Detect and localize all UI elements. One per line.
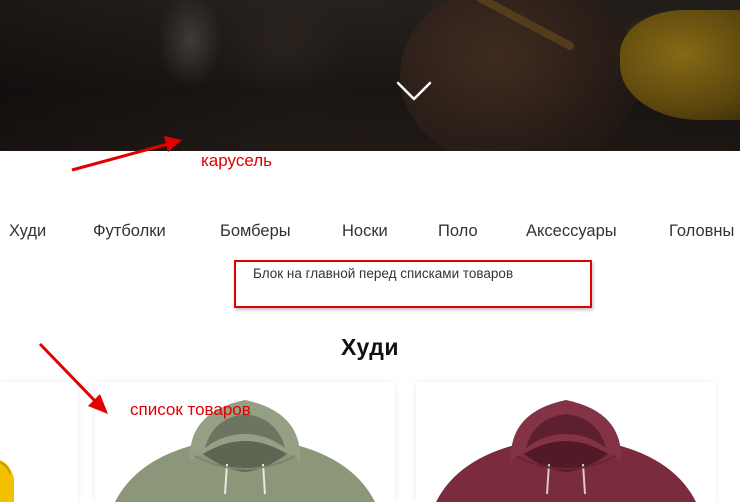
hero-carousel[interactable] bbox=[0, 0, 740, 151]
product-card[interactable] bbox=[416, 382, 716, 502]
category-item-accessories[interactable]: Аксессуары bbox=[526, 220, 617, 242]
category-item-hoodies[interactable]: Худи bbox=[9, 220, 46, 242]
annotation-products-label: список товаров bbox=[130, 400, 251, 419]
category-item-headwear[interactable]: Головны bbox=[669, 220, 734, 242]
chevron-down-icon[interactable] bbox=[396, 80, 432, 102]
category-item-polo[interactable]: Поло bbox=[438, 220, 478, 242]
category-item-bombers[interactable]: Бомберы bbox=[220, 220, 291, 242]
product-card[interactable] bbox=[0, 382, 78, 502]
category-item-socks[interactable]: Носки bbox=[342, 220, 388, 242]
section-title: Худи bbox=[341, 334, 399, 360]
annotation-carousel-label: карусель bbox=[201, 151, 273, 170]
hero-overlay bbox=[0, 0, 740, 151]
burgundy-hoodie-image bbox=[436, 400, 696, 502]
category-nav: Худи Футболки Бомберы Носки Поло Аксессу… bbox=[0, 220, 740, 244]
yellow-hoodie-image bbox=[0, 460, 14, 502]
annotation-block-box bbox=[234, 260, 592, 308]
annotation-block-label: Блок на главной перед списками товаров bbox=[253, 266, 514, 281]
category-item-tshirts[interactable]: Футболки bbox=[93, 220, 166, 242]
